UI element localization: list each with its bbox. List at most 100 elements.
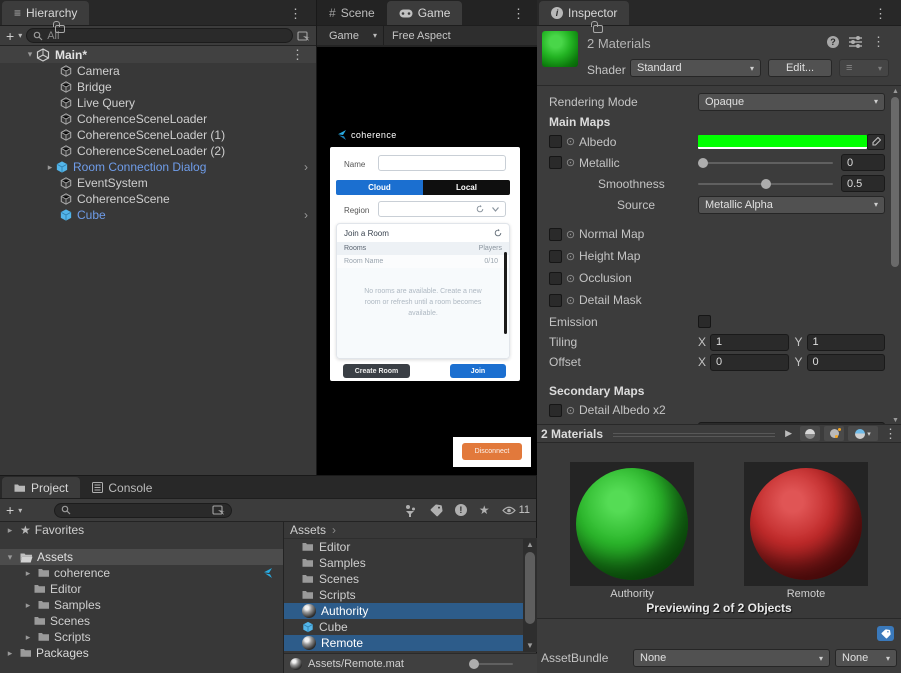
preview-drag-handle[interactable]: [613, 431, 775, 437]
tab-cloud[interactable]: Cloud: [336, 180, 423, 195]
material-thumbnail[interactable]: [542, 31, 578, 67]
scroll-down-icon[interactable]: ▼: [523, 640, 537, 652]
tab-project[interactable]: Project: [2, 477, 80, 498]
tree-folder-editor[interactable]: Editor: [0, 581, 283, 597]
smoothness-source-dropdown[interactable]: Metallic Alpha▾: [698, 196, 885, 214]
search-by-label-icon[interactable]: [430, 504, 443, 517]
aspect-dropdown[interactable]: Free Aspect: [384, 30, 459, 42]
tab-hierarchy[interactable]: ≡ Hierarchy: [2, 1, 89, 25]
tree-folder-scripts[interactable]: ▸ Scripts: [0, 629, 283, 645]
assetbundle-dropdown[interactable]: None▾: [633, 649, 830, 667]
foldout-arrow-icon[interactable]: ▸: [4, 525, 16, 536]
favorites-star-icon[interactable]: ★: [479, 503, 490, 517]
rendering-mode-dropdown[interactable]: Opaque▾: [698, 93, 885, 111]
smoothness-value-field[interactable]: 0.5: [841, 175, 885, 192]
shader-presets-dropdown[interactable]: ≡▾: [839, 59, 889, 77]
prefab-open-arrow[interactable]: ›: [304, 208, 308, 222]
asset-row-scripts[interactable]: Scripts: [284, 587, 537, 603]
scene-row-main[interactable]: ▾ Main* ⋮: [0, 46, 316, 63]
preview-shape-button[interactable]: [800, 426, 820, 441]
hierarchy-item[interactable]: CoherenceSceneLoader (2): [0, 143, 316, 159]
scene-menu-icon[interactable]: ⋮: [291, 47, 304, 63]
favorites-row[interactable]: ▸ ★ Favorites: [0, 522, 283, 538]
scene-visibility-toggle[interactable]: 11: [502, 504, 530, 516]
scrollbar-thumb[interactable]: [525, 552, 535, 624]
preview-menu-icon[interactable]: ⋮: [884, 426, 897, 442]
metallic-slider[interactable]: [698, 162, 833, 164]
tree-folder-samples[interactable]: ▸ Samples: [0, 597, 283, 613]
rooms-scrollbar[interactable]: [504, 252, 507, 334]
preview-environment-dropdown[interactable]: ▾: [848, 426, 878, 441]
room-row[interactable]: Room Name 0/10: [337, 255, 509, 268]
preview-header[interactable]: 2 Materials ▶ ▾ ⋮: [537, 424, 901, 443]
search-by-type-icon[interactable]: [404, 504, 418, 517]
normal-map-checkbox[interactable]: [549, 228, 562, 241]
material-menu-icon[interactable]: ⋮: [872, 34, 885, 50]
game-menu-icon[interactable]: ⋮: [512, 6, 525, 22]
hierarchy-item[interactable]: CoherenceSceneLoader: [0, 111, 316, 127]
scroll-up-icon[interactable]: ▲: [523, 539, 537, 551]
create-add-button[interactable]: +: [6, 505, 14, 515]
foldout-arrow-icon[interactable]: ▸: [44, 162, 56, 173]
play-icon[interactable]: ▶: [785, 428, 792, 439]
project-search-input[interactable]: [54, 503, 232, 518]
pick-window-icon[interactable]: [212, 504, 225, 516]
tiling-x-field[interactable]: 1: [710, 334, 789, 351]
asset-row-cube[interactable]: Cube: [284, 619, 537, 635]
help-icon[interactable]: ?: [827, 36, 839, 48]
asset-row-editor[interactable]: Editor: [284, 539, 537, 555]
metallic-value-field[interactable]: 0: [841, 154, 885, 171]
tree-folder-coherence[interactable]: ▸ coherence: [0, 565, 283, 581]
name-input[interactable]: [378, 155, 506, 171]
breadcrumb[interactable]: Assets ›: [284, 522, 537, 539]
hierarchy-item[interactable]: Camera: [0, 63, 316, 79]
preview-lighting-button[interactable]: [824, 426, 844, 441]
presets-icon[interactable]: [848, 35, 863, 49]
eyedropper-button[interactable]: [867, 134, 885, 150]
pick-window-icon[interactable]: [297, 30, 310, 42]
metallic-texture-checkbox[interactable]: [549, 156, 562, 169]
tab-local[interactable]: Local: [423, 180, 510, 195]
foldout-arrow-icon[interactable]: ▾: [4, 552, 16, 563]
hierarchy-item[interactable]: CoherenceScene: [0, 191, 316, 207]
refresh-icon[interactable]: [494, 229, 502, 237]
tab-console[interactable]: Console: [80, 477, 164, 498]
foldout-arrow-icon[interactable]: ▸: [22, 632, 34, 643]
hidden-count-icon[interactable]: !: [455, 504, 467, 516]
foldout-arrow-icon[interactable]: ▸: [22, 568, 34, 579]
offset-x-field[interactable]: 0: [710, 354, 789, 371]
assetbundle-variant-dropdown[interactable]: None▾: [835, 649, 897, 667]
preview-tile-authority[interactable]: [570, 462, 694, 586]
lock-icon[interactable]: [55, 25, 65, 33]
detail-albedo-checkbox[interactable]: [549, 404, 562, 417]
albedo-color-swatch[interactable]: [698, 135, 867, 149]
tab-game[interactable]: Game: [387, 1, 463, 25]
hierarchy-item-prefab[interactable]: ▸ Room Connection Dialog ›: [0, 159, 316, 175]
foldout-arrow-icon[interactable]: ▸: [22, 600, 34, 611]
foldout-arrow-icon[interactable]: ▾: [24, 49, 36, 60]
disconnect-button[interactable]: Disconnect: [462, 443, 522, 460]
hierarchy-item[interactable]: Live Query: [0, 95, 316, 111]
scroll-up-icon[interactable]: ▲: [891, 88, 900, 95]
albedo-texture-checkbox[interactable]: [549, 135, 562, 148]
display-dropdown[interactable]: Game▾: [323, 26, 384, 45]
foldout-arrow-icon[interactable]: ▸: [4, 648, 16, 659]
detail-mask-checkbox[interactable]: [549, 294, 562, 307]
asset-row-scenes[interactable]: Scenes: [284, 571, 537, 587]
edit-shader-button[interactable]: Edit...: [768, 59, 832, 77]
scroll-down-icon[interactable]: ▼: [891, 417, 900, 424]
tree-folder-scenes[interactable]: Scenes: [0, 613, 283, 629]
asset-row-samples[interactable]: Samples: [284, 555, 537, 571]
shader-dropdown[interactable]: Standard▾: [630, 59, 761, 77]
project-scrollbar[interactable]: ▲ ▼: [523, 539, 537, 652]
hierarchy-item[interactable]: CoherenceSceneLoader (1): [0, 127, 316, 143]
hierarchy-menu-icon[interactable]: ⋮: [289, 6, 302, 22]
offset-y-field[interactable]: 0: [807, 354, 886, 371]
prefab-open-arrow[interactable]: ›: [304, 160, 308, 174]
scrollbar-thumb[interactable]: [891, 97, 899, 267]
preview-tile-remote[interactable]: [744, 462, 868, 586]
create-add-caret[interactable]: ▾: [18, 506, 22, 515]
assets-root-row[interactable]: ▾ Assets: [0, 549, 283, 565]
hierarchy-item-prefab[interactable]: Cube ›: [0, 207, 316, 223]
occlusion-checkbox[interactable]: [549, 272, 562, 285]
